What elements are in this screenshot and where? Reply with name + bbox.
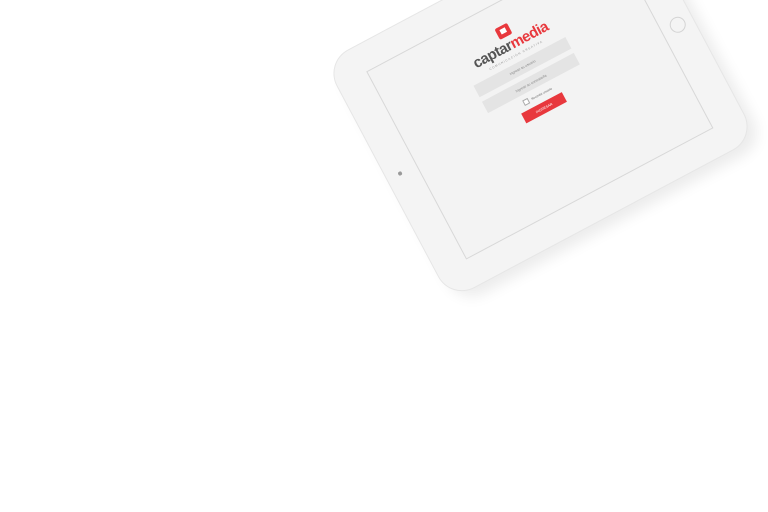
remember-checkbox[interactable] — [522, 97, 531, 106]
camera-icon — [397, 170, 403, 177]
home-button[interactable] — [666, 13, 689, 36]
login-screen: captarmedia COMUNICACIÓN CREATIVA Ingres… — [366, 0, 714, 260]
tablet-device: captarmedia COMUNICACIÓN CREATIVA Ingres… — [325, 0, 756, 300]
